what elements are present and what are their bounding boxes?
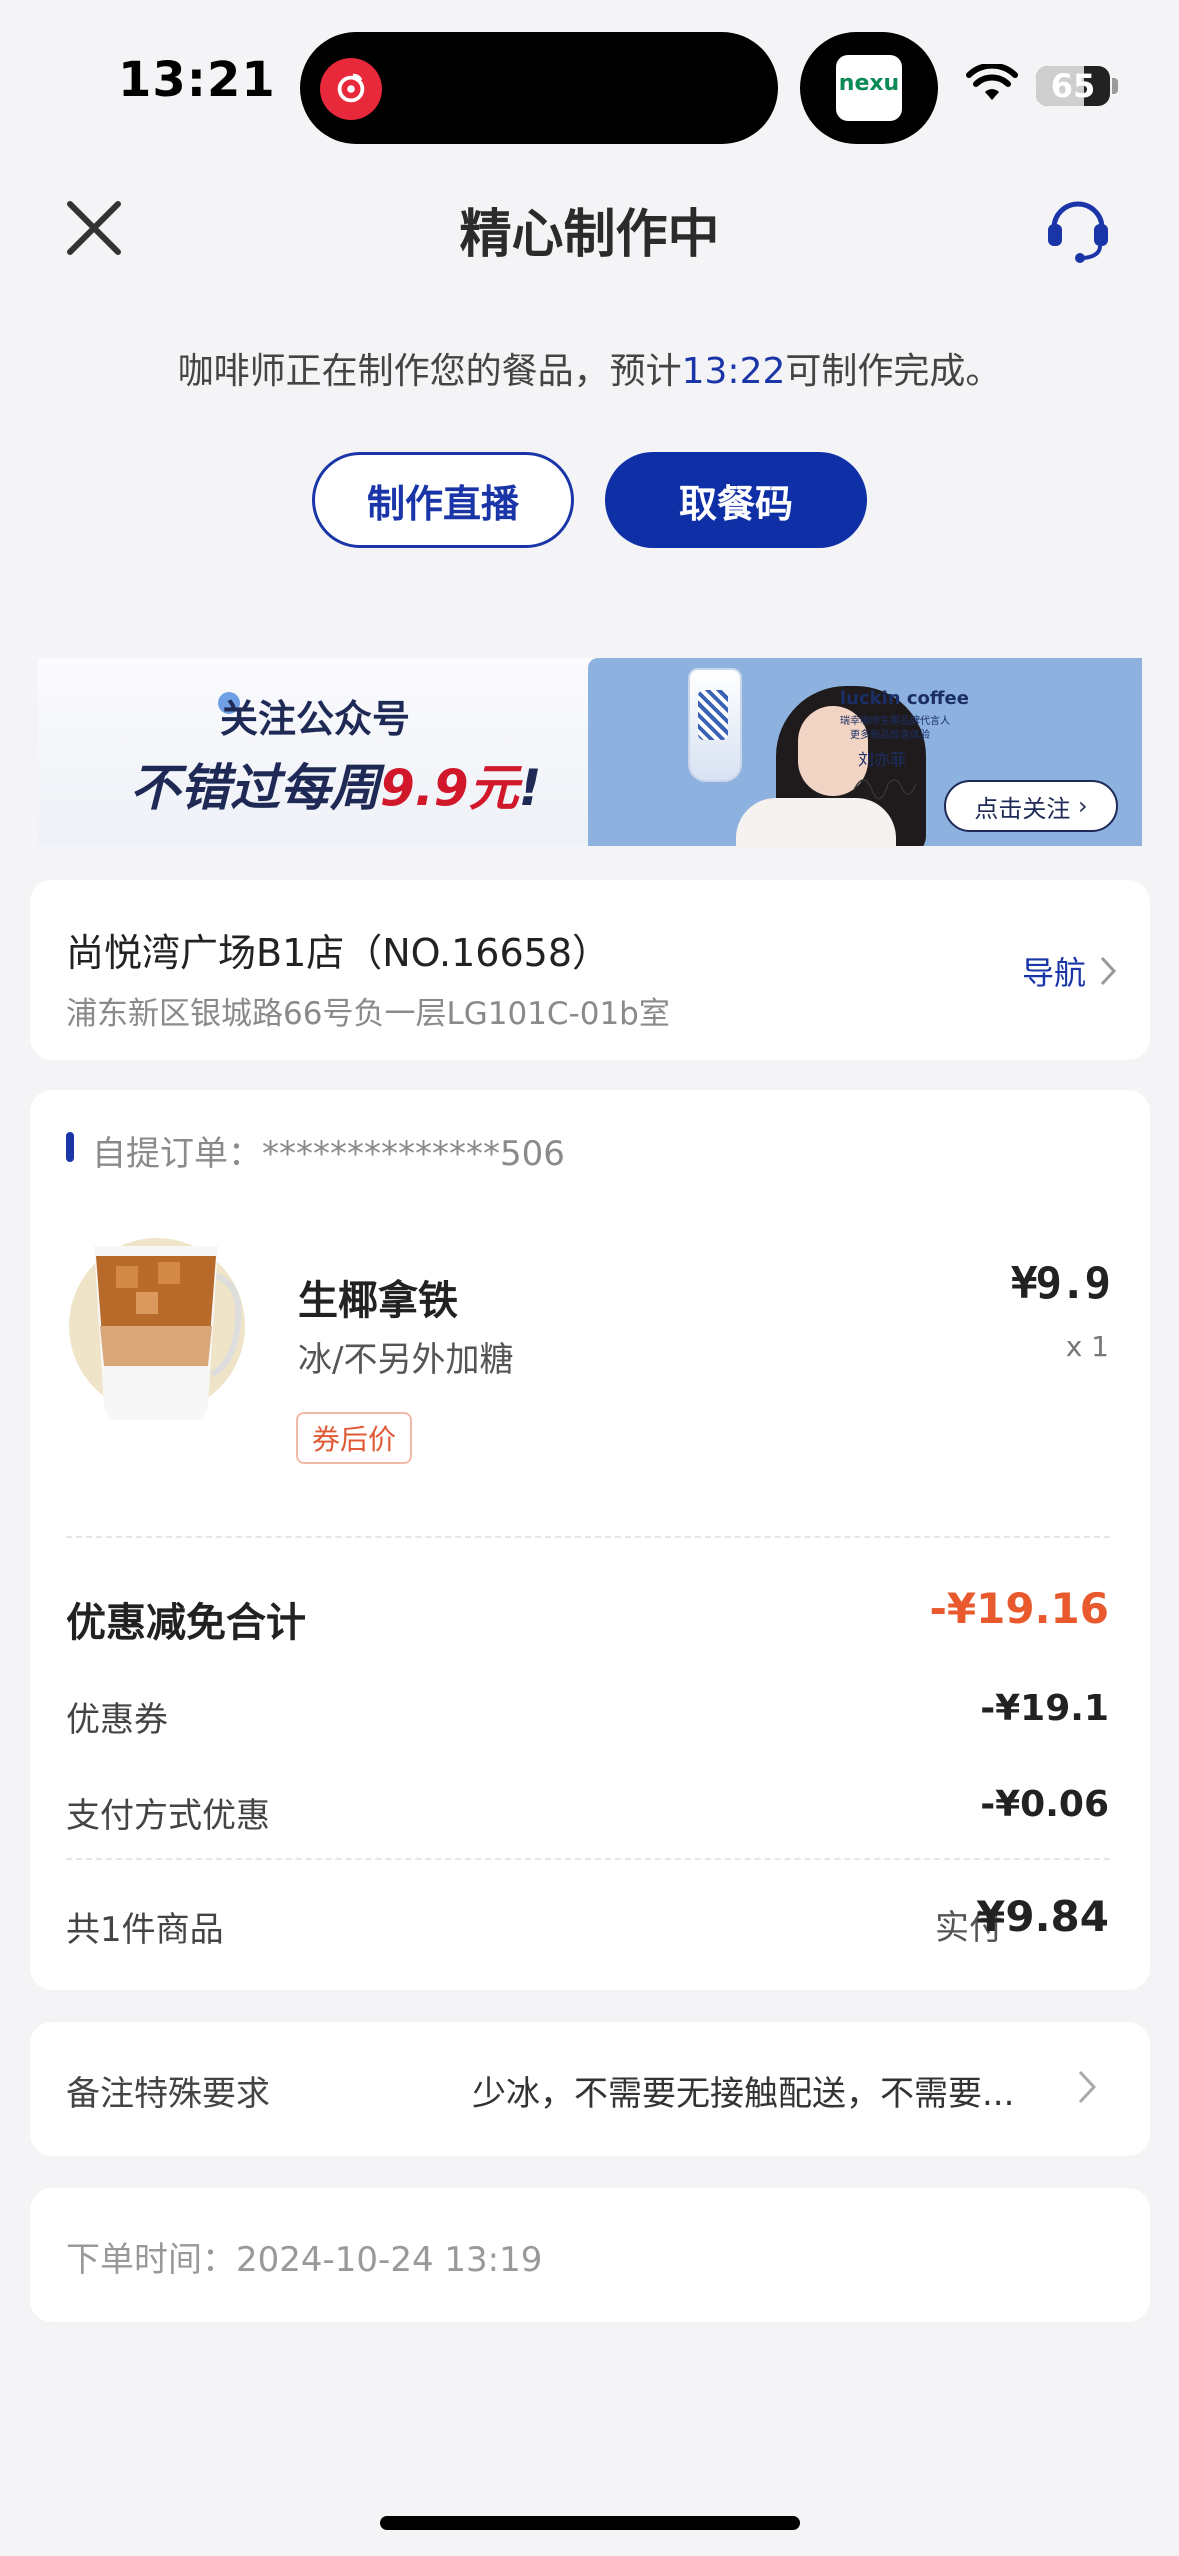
banner-headline: 关注公众号: [220, 697, 411, 741]
discount-title: 优惠减免合计: [66, 1600, 306, 1646]
note-label: 备注特殊要求: [66, 2074, 270, 2114]
paid-amount: ¥9.84: [976, 1892, 1109, 1941]
product-options: 冰/不另外加糖: [298, 1340, 514, 1380]
customer-service-icon[interactable]: [1040, 188, 1116, 264]
navigation-label: 导航: [1022, 954, 1087, 992]
live-stream-button[interactable]: 制作直播: [312, 452, 574, 548]
section-accent-bar: [66, 1132, 74, 1162]
coupon-label: 优惠券: [66, 1700, 168, 1740]
promo-banner[interactable]: 关注公众号 不错过每周9.9元! luckin coffee 瑞幸咖啡生椰品牌代…: [38, 658, 1142, 846]
brand-sub1: 瑞幸咖啡生椰品牌代言人: [840, 716, 950, 727]
navigation-link[interactable]: 导航: [1022, 948, 1118, 994]
coupon-value: -¥19.1: [980, 1688, 1109, 1729]
follow-button[interactable]: 点击关注 ›: [944, 780, 1118, 832]
brand-logo-text: luckin coffee: [840, 688, 969, 709]
banner-subline-text: 不错过每周: [130, 759, 380, 817]
pickup-code-button[interactable]: 取餐码: [605, 452, 867, 548]
coconut-latte-image: [69, 1238, 245, 1420]
nexu-label: nexu: [838, 70, 900, 96]
order-number: 自提订单：**************506: [92, 1126, 565, 1175]
signature-image: [853, 779, 917, 800]
product-name: 生椰拿铁: [298, 1278, 458, 1324]
banner-subline: 不错过每周9.9元!: [130, 748, 541, 820]
chevron-right-icon: ›: [1078, 792, 1088, 820]
divider: [66, 1858, 1110, 1860]
product-price: ¥9.9: [1011, 1258, 1111, 1309]
divider: [66, 1536, 1110, 1538]
battery-icon: 65: [1036, 66, 1110, 106]
page-title: 精心制作中: [459, 205, 720, 265]
brand-sub2: 更多新品惊喜体验: [850, 730, 930, 741]
wifi-icon: [966, 64, 1018, 100]
ready-time: 13:22: [681, 351, 786, 392]
message-suffix: 可制作完成。: [785, 351, 1002, 392]
status-time: 13:21: [118, 52, 276, 108]
store-address: 浦东新区银城路66号负一层LG101C-01b室: [66, 996, 670, 1032]
coupon-price-tag: 券后价: [296, 1412, 413, 1464]
nexu-sub: [868, 95, 870, 104]
item-count: 共1件商品: [66, 1910, 224, 1950]
music-app-icon: [320, 58, 382, 120]
endorser-body: [736, 798, 896, 846]
banner-exclaim: !: [518, 759, 542, 817]
banner-price: 9.9元: [380, 759, 519, 817]
order-label: 自提订单：: [92, 1134, 262, 1174]
order-number-value: **************506: [262, 1134, 565, 1174]
payment-discount-value: -¥0.06: [980, 1784, 1109, 1825]
chevron-right-icon[interactable]: [1076, 2068, 1098, 2106]
follow-label: 点击关注: [974, 794, 1071, 823]
payment-discount-label: 支付方式优惠: [66, 1796, 270, 1836]
order-time: 下单时间：2024-10-24 13:19: [66, 2240, 543, 2280]
product-quantity: x 1: [1065, 1330, 1109, 1363]
battery-cap: [1112, 78, 1118, 94]
note-value: 少冰，不需要无接触配送，不需要...: [472, 2074, 1015, 2114]
nexu-app-icon: nexu: [836, 55, 902, 121]
battery-level: 65: [1050, 67, 1096, 105]
message-prefix: 咖啡师正在制作您的餐品，预计: [177, 351, 682, 392]
discount-total: -¥19.16: [929, 1584, 1109, 1633]
store-name: 尚悦湾广场B1店（NO.16658）: [66, 931, 611, 975]
coffee-cup-image: [688, 668, 742, 782]
home-indicator[interactable]: [380, 2516, 800, 2530]
chevron-right-icon: [1100, 956, 1117, 986]
status-message: 咖啡师正在制作您的餐品，预计13:22可制作完成。: [0, 342, 1179, 394]
